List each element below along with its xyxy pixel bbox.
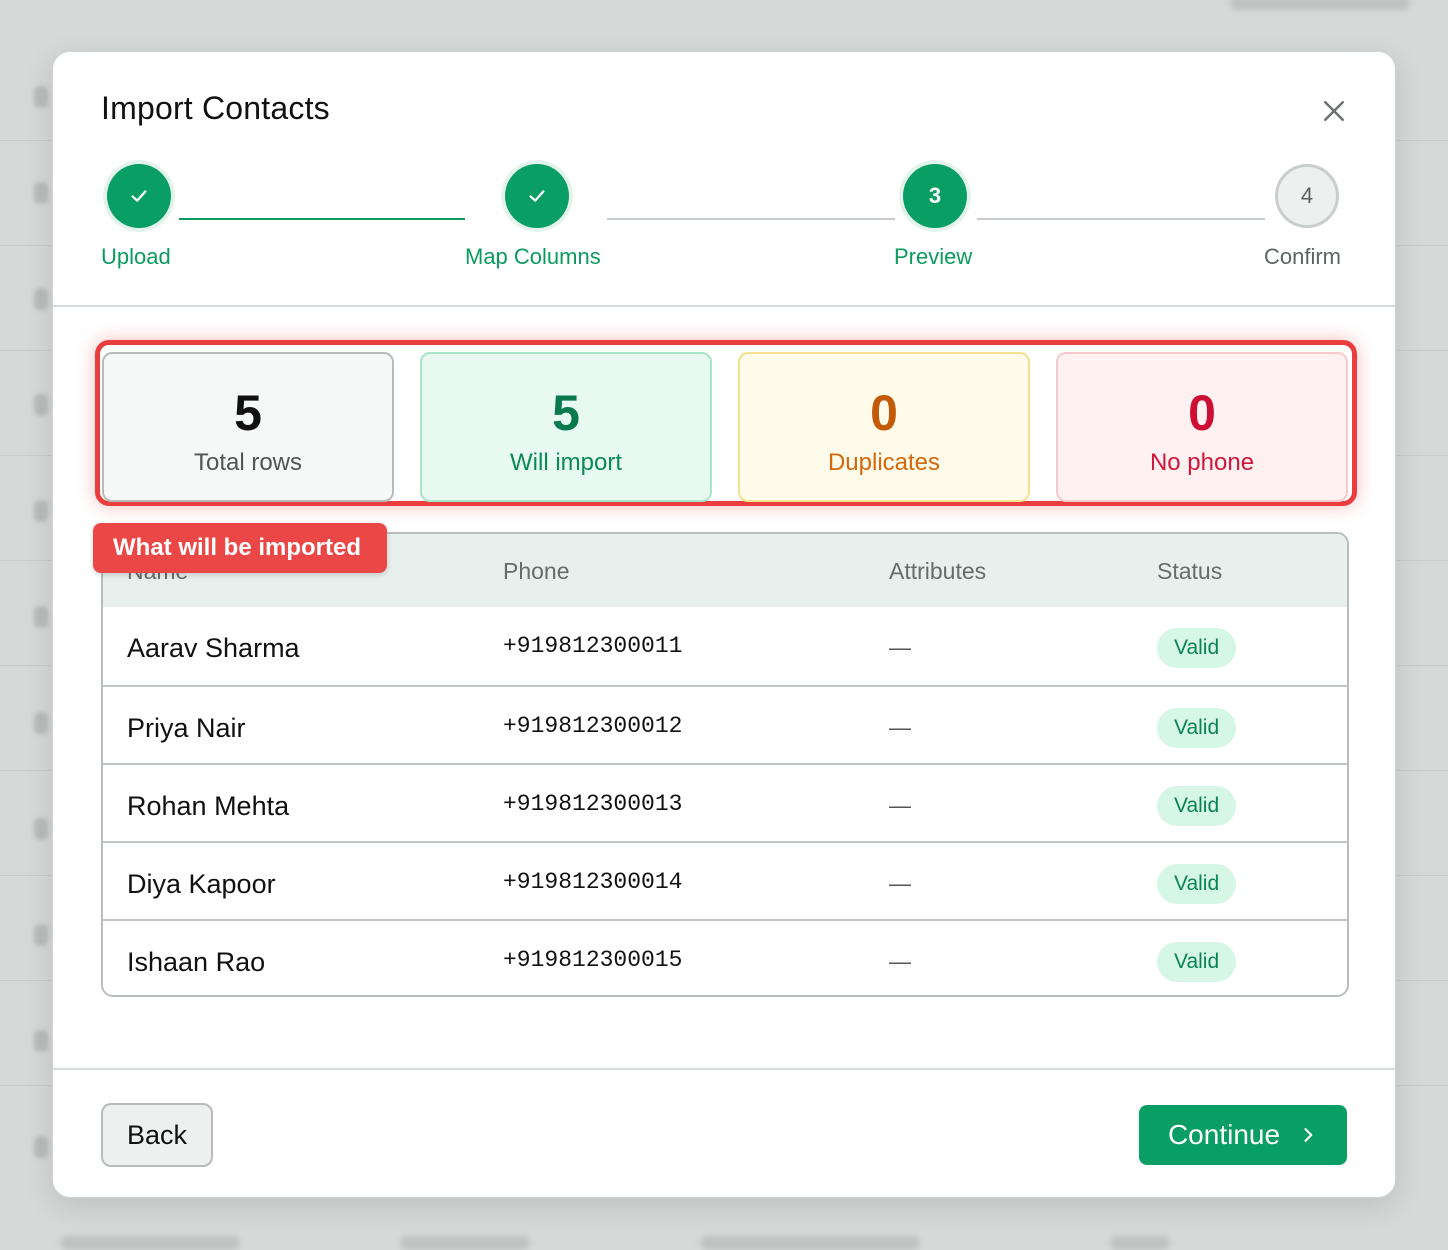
table-row: Rohan Mehta +919812300013 — Valid — [103, 763, 1347, 841]
step-preview-indicator: 3 — [903, 164, 967, 228]
column-header-phone: Phone — [503, 558, 570, 584]
stat-label: Duplicates — [827, 449, 941, 476]
cell-phone: +919812300012 — [503, 713, 683, 739]
dialog-footer: Back Continue — [53, 1068, 1395, 1197]
stat-value: 0 — [870, 385, 898, 441]
status-badge: Valid — [1157, 628, 1237, 668]
stat-label: Will import — [510, 449, 622, 476]
column-header-attributes: Attributes — [889, 558, 987, 584]
cell-attributes: — — [889, 871, 911, 896]
import-summary-highlight: 5 Total rows 5 Will import 0 Duplicates … — [95, 340, 1357, 506]
cell-name: Aarav Sharma — [127, 633, 300, 663]
backdrop-shape — [1230, 0, 1410, 10]
close-icon[interactable] — [1319, 96, 1349, 126]
stat-duplicates: 0 Duplicates — [738, 352, 1030, 502]
status-badge: Valid — [1157, 708, 1237, 748]
step-confirm-label: Confirm — [1264, 244, 1342, 269]
stat-will-import: 5 Will import — [420, 352, 712, 502]
step-connector — [607, 218, 895, 220]
cell-attributes: — — [889, 715, 911, 740]
check-icon — [529, 190, 545, 202]
dialog-title: Import Contacts — [101, 90, 330, 126]
backdrop-shape — [60, 1236, 240, 1250]
cell-phone: +919812300013 — [503, 791, 683, 817]
step-map-columns-label: Map Columns — [465, 244, 601, 269]
backdrop-shape — [34, 712, 48, 734]
cell-name: Rohan Mehta — [127, 791, 290, 821]
stat-label: Total rows — [193, 449, 303, 476]
backdrop-shape — [1110, 1236, 1170, 1250]
cell-name: Diya Kapoor — [127, 869, 276, 899]
status-badge: Valid — [1157, 786, 1237, 826]
cell-attributes: — — [889, 949, 911, 974]
status-badge: Valid — [1157, 864, 1237, 904]
step-upload-indicator — [107, 164, 171, 228]
highlight-tooltip: What will be imported — [93, 523, 387, 573]
cell-attributes: — — [889, 635, 911, 660]
continue-label: Continue — [1167, 1119, 1281, 1150]
cell-name: Priya Nair — [127, 713, 246, 743]
step-confirm-indicator: 4 — [1275, 164, 1339, 228]
check-icon — [131, 190, 147, 202]
backdrop-shape — [34, 1030, 48, 1052]
backdrop-shape — [34, 924, 48, 946]
backdrop-shape — [34, 1136, 48, 1158]
table-row: Diya Kapoor +919812300014 — Valid — [103, 841, 1347, 919]
table-row: Aarav Sharma +919812300011 — Valid — [103, 607, 1347, 685]
preview-table: Name Phone Attributes Status Aarav Sharm… — [101, 532, 1349, 997]
step-connector — [179, 218, 465, 220]
cell-attributes: — — [889, 793, 911, 818]
column-header-status: Status — [1157, 558, 1223, 584]
cell-name: Ishaan Rao — [127, 947, 266, 977]
backdrop-shape — [34, 606, 48, 628]
backdrop-shape — [34, 818, 48, 840]
stat-no-phone: 0 No phone — [1056, 352, 1348, 502]
stat-total-rows: 5 Total rows — [102, 352, 394, 502]
step-upload-label: Upload — [101, 244, 171, 269]
step-connector — [977, 218, 1265, 220]
stat-value: 5 — [234, 385, 262, 441]
status-badge: Valid — [1157, 942, 1237, 982]
cell-phone: +919812300011 — [503, 633, 683, 659]
dialog-header: Import Contacts Upload Map Columns 3 Pre… — [53, 52, 1395, 307]
backdrop-shape — [34, 500, 48, 522]
stat-value: 5 — [552, 385, 580, 441]
backdrop-shape — [34, 86, 48, 108]
import-contacts-dialog: Import Contacts Upload Map Columns 3 Pre… — [52, 51, 1396, 1198]
step-map-columns-indicator — [505, 164, 569, 228]
backdrop-shape — [700, 1236, 920, 1250]
step-number: 3 — [928, 183, 942, 208]
cell-phone: +919812300014 — [503, 869, 683, 895]
back-button[interactable]: Back — [101, 1103, 213, 1167]
stat-value: 0 — [1188, 385, 1216, 441]
cell-phone: +919812300015 — [503, 947, 683, 973]
backdrop-shape — [34, 182, 48, 204]
backdrop-shape — [400, 1236, 530, 1250]
backdrop-shape — [34, 394, 48, 416]
table-row: Priya Nair +919812300012 — Valid — [103, 685, 1347, 763]
backdrop-shape — [34, 288, 48, 310]
table-row: Ishaan Rao +919812300015 — Valid — [103, 919, 1347, 995]
step-preview-label: Preview — [894, 244, 973, 269]
step-number: 4 — [1300, 183, 1314, 208]
continue-button[interactable]: Continue — [1139, 1105, 1347, 1165]
stat-label: No phone — [1149, 449, 1255, 476]
chevron-right-icon — [1304, 1128, 1313, 1142]
